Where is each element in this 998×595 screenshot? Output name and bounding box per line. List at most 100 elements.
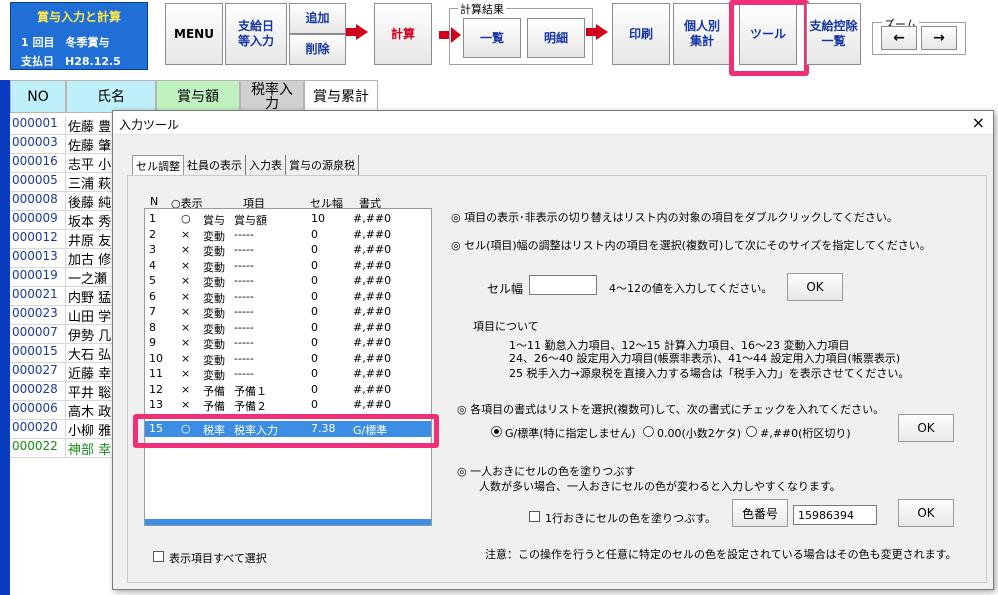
row-name[interactable]: 加古 修 (66, 249, 118, 268)
close-icon[interactable]: × (972, 113, 985, 132)
deduction-list-button[interactable]: 支給控除 一覧 (806, 3, 861, 65)
list-row[interactable]: 10 × 変動 ----- 0 #,##0 (145, 351, 431, 367)
zoom-right-button[interactable]: → (921, 26, 957, 50)
row-number[interactable]: 000012 (10, 230, 66, 249)
list-cell-width: 0 (311, 367, 318, 380)
row-number[interactable]: 000009 (10, 211, 66, 230)
select-all-checkbox[interactable] (153, 551, 164, 562)
row-name[interactable]: 佐藤 豊 (66, 116, 118, 135)
cell-width-label: セル幅 (487, 282, 524, 296)
row-name[interactable]: 神部 幸 (66, 439, 118, 458)
tab-employee-display[interactable]: 社員の表示 (184, 155, 246, 175)
row-name[interactable]: 三浦 萩 (66, 173, 118, 192)
dialog-title: 入力ツール (119, 118, 180, 132)
row-name[interactable]: 佐藤 肇 (66, 135, 118, 154)
row-name[interactable]: 坂本 秀 (66, 211, 118, 230)
row-name[interactable]: 山田 学 (66, 306, 118, 325)
list-row[interactable]: 6 × 変動 ----- 0 #,##0 (145, 289, 431, 305)
list-row[interactable]: 5 × 変動 ----- 0 #,##0 (145, 273, 431, 289)
row-name[interactable]: 内野 猛 (66, 287, 118, 306)
tab-withholding-tax[interactable]: 賞与の源泉税 (286, 155, 359, 175)
individual-total-button[interactable]: 個人別 集計 (673, 3, 731, 65)
row-number[interactable]: 000005 (10, 173, 66, 192)
column-header-taxrate[interactable]: 税率入力 (240, 80, 304, 113)
column-header-bonus[interactable]: 賞与額 (156, 80, 240, 113)
row-number[interactable]: 000020 (10, 420, 66, 439)
print-button[interactable]: 印刷 (612, 3, 670, 65)
list-row[interactable]: 3 × 変動 ----- 0 #,##0 (145, 242, 431, 258)
format-ok-button[interactable]: OK (898, 414, 954, 442)
tab-cell-adjust[interactable]: セル調整 (132, 155, 184, 175)
column-header-name[interactable]: 氏名 (66, 80, 156, 113)
row-number[interactable]: 000015 (10, 344, 66, 363)
menu-button[interactable]: MENU (165, 3, 223, 65)
zoom-left-button[interactable]: ← (881, 26, 917, 50)
list-row[interactable]: 1 ○ 賞与 賞与額 10 #,##0 (145, 211, 431, 227)
list-row[interactable]: 4 × 変動 ----- 0 #,##0 (145, 258, 431, 274)
list-cell-n: 10 (149, 351, 163, 365)
detail-button[interactable]: 明細 (527, 18, 585, 58)
color-ok-button[interactable]: OK (898, 499, 954, 527)
format-general-radio[interactable] (491, 426, 502, 437)
row-number[interactable]: 000008 (10, 192, 66, 211)
cell-width-ok-button[interactable]: OK (787, 273, 843, 301)
input-tool-dialog: 入力ツール × セル調整 社員の表示 入力表 賞与の源泉税 N ○表示 項目 セ… (112, 110, 994, 590)
row-number[interactable]: 000022 (10, 439, 66, 458)
list-cell-show: × (181, 289, 191, 303)
arrow-right-icon (346, 24, 368, 40)
color-number-button[interactable]: 色番号 (732, 499, 788, 527)
row-number[interactable]: 000013 (10, 249, 66, 268)
row-number[interactable]: 000021 (10, 287, 66, 306)
list-cell-width: 0 (311, 351, 318, 365)
list-cell-n: 9 (149, 336, 156, 349)
alternate-color-label: 1行おきにセルの色を塗りつぶす。 (545, 512, 717, 525)
add-button[interactable]: 追加 (289, 3, 346, 34)
row-name[interactable]: 近藤 幸 (66, 363, 118, 382)
row-name[interactable]: 井原 友 (66, 230, 118, 249)
row-number[interactable]: 000016 (10, 154, 66, 173)
row-name[interactable]: 大石 弘 (66, 344, 118, 363)
list-button[interactable]: 一覧 (463, 18, 521, 58)
row-number[interactable]: 000023 (10, 306, 66, 325)
list-row[interactable]: 11 × 変動 ----- 0 #,##0 (145, 366, 431, 382)
list-row[interactable]: 7 × 変動 ----- 0 #,##0 (145, 304, 431, 320)
list-row[interactable]: 13 × 予備 予備２ 0 #,##0 (145, 397, 431, 413)
column-header-no[interactable]: NO (10, 80, 66, 113)
row-name[interactable]: 高木 政 (66, 401, 118, 420)
cell-width-input[interactable] (529, 275, 597, 295)
payday-input-button[interactable]: 支給日 等入力 (225, 3, 287, 65)
delete-button[interactable]: 削除 (289, 34, 346, 65)
row-name[interactable]: 小柳 雅 (66, 420, 118, 439)
row-name[interactable]: 志平 小 (66, 154, 118, 173)
list-cell-n: 2 (149, 227, 156, 241)
list-row[interactable]: 8 × 変動 ----- 0 #,##0 (145, 320, 431, 336)
row-name[interactable]: 平井 聡 (66, 382, 118, 401)
row-name[interactable]: 伊勢 几 (66, 325, 118, 344)
list-cell-fmt: #,##0 (353, 336, 392, 349)
row-number[interactable]: 000027 (10, 363, 66, 382)
item-listbox[interactable]: 1 ○ 賞与 賞与額 10 #,##0 2 × 変動 ----- 0 #,##0 3 × 変動 ----- 0 #… (144, 208, 432, 526)
format-decimal-radio[interactable] (643, 426, 654, 437)
list-cell-item: ----- (234, 320, 254, 334)
select-all-label: 表示項目すべて選択 (169, 552, 267, 565)
alternate-color-checkbox[interactable] (529, 511, 540, 522)
list-cell-fmt: #,##0 (353, 289, 392, 303)
row-number[interactable]: 000001 (10, 116, 66, 135)
arrow-right-icon (439, 27, 461, 43)
row-number[interactable]: 000019 (10, 268, 66, 287)
list-row[interactable]: 2 × 変動 ----- 0 #,##0 (145, 227, 431, 243)
row-number[interactable]: 000006 (10, 401, 66, 420)
list-row[interactable]: 9 × 変動 ----- 0 #,##0 (145, 335, 431, 351)
row-number[interactable]: 000003 (10, 135, 66, 154)
list-row[interactable]: 12 × 予備 予備１ 0 #,##0 (145, 382, 431, 398)
tab-input-table[interactable]: 入力表 (246, 155, 286, 175)
row-name[interactable]: 一之瀬 (66, 268, 118, 287)
calc-button[interactable]: 計算 (374, 3, 432, 65)
color-number-input[interactable]: 15986394 (793, 505, 877, 525)
row-number[interactable]: 000028 (10, 382, 66, 401)
list-cell-n: 6 (149, 289, 156, 303)
format-comma-radio[interactable] (746, 426, 757, 437)
column-header-bonus-total[interactable]: 賞与累計 (304, 80, 378, 113)
row-name[interactable]: 後藤 純 (66, 192, 118, 211)
row-number[interactable]: 000007 (10, 325, 66, 344)
